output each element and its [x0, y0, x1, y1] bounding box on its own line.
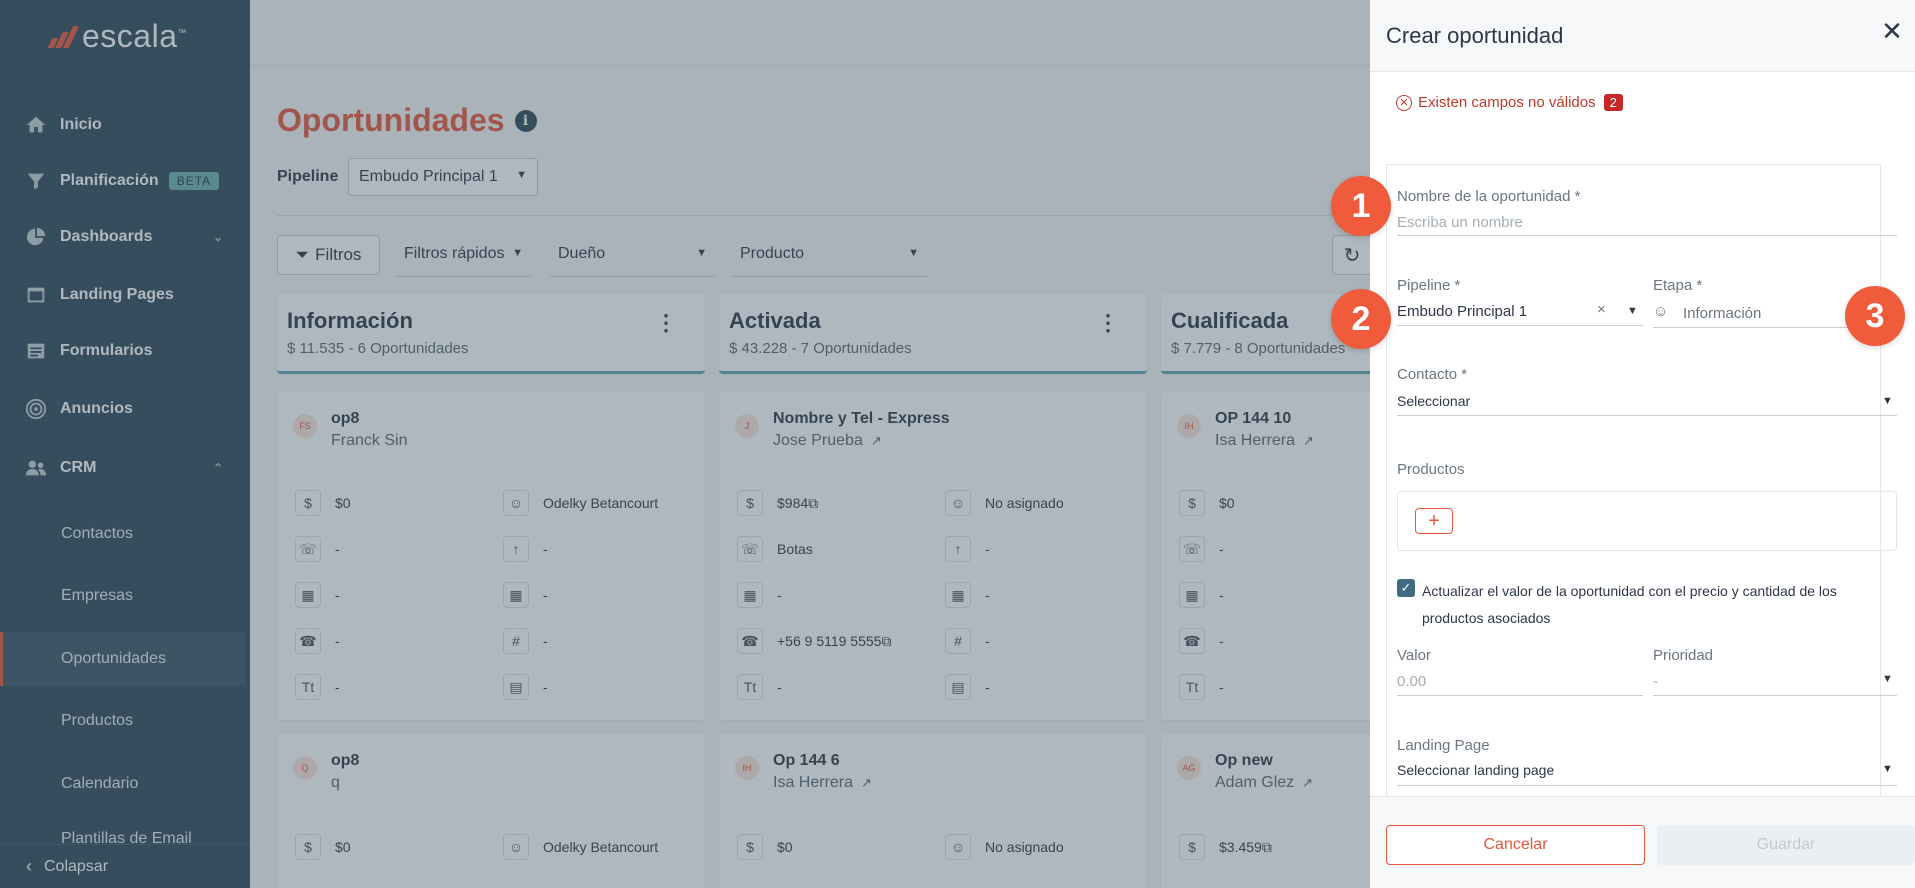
- value-input[interactable]: 0.00: [1397, 673, 1426, 690]
- name-label: Nombre de la oportunidad *: [1397, 188, 1581, 205]
- drawer-form: Nombre de la oportunidad * Escriba un no…: [1386, 164, 1897, 796]
- callout-badge: 3: [1845, 286, 1905, 346]
- caret-down-icon[interactable]: ▼: [1627, 305, 1638, 317]
- callout-badge: 2: [1331, 289, 1391, 349]
- landing-select[interactable]: Seleccionar landing page: [1397, 762, 1554, 778]
- contact-select[interactable]: Seleccionar: [1397, 393, 1470, 409]
- drawer-title: Crear oportunidad: [1386, 22, 1564, 48]
- landing-label: Landing Page: [1397, 737, 1490, 754]
- validation-error: ✕ Existen campos no válidos 2: [1396, 94, 1623, 111]
- drawer-header: Crear oportunidad: [1370, 0, 1915, 72]
- landing-underline: [1397, 785, 1897, 786]
- caret-down-icon[interactable]: ▼: [1882, 763, 1893, 775]
- error-count-badge: 2: [1603, 94, 1623, 111]
- modal-backdrop[interactable]: [0, 0, 1370, 888]
- save-button[interactable]: Guardar: [1657, 825, 1915, 865]
- update-value-checkbox[interactable]: ✓: [1397, 579, 1415, 597]
- caret-down-icon[interactable]: ▼: [1882, 395, 1893, 407]
- value-label: Valor: [1397, 647, 1431, 664]
- contact-underline: [1397, 415, 1897, 416]
- value-underline: [1397, 695, 1643, 696]
- pipeline-underline: [1397, 325, 1643, 326]
- name-input[interactable]: Escriba un nombre: [1397, 214, 1523, 231]
- priority-label: Prioridad: [1653, 647, 1714, 664]
- check-icon: ✓: [1400, 580, 1412, 595]
- cancel-button[interactable]: Cancelar: [1386, 825, 1645, 865]
- products-box: +: [1397, 491, 1897, 551]
- stage-underline: [1653, 327, 1853, 328]
- pipeline-field[interactable]: Embudo Principal 1: [1397, 303, 1527, 320]
- stage-field[interactable]: Información: [1683, 305, 1761, 322]
- priority-select[interactable]: -: [1653, 673, 1658, 690]
- drawer-footer: Cancelar Guardar: [1370, 796, 1915, 888]
- smiley-icon: ☺: [1653, 303, 1669, 320]
- update-value-label: Actualizar el valor de la oportunidad co…: [1422, 583, 1837, 626]
- priority-underline: [1653, 695, 1897, 696]
- create-opportunity-drawer: Crear oportunidad ✕ ✕ Existen campos no …: [1370, 0, 1915, 888]
- name-underline: [1397, 235, 1897, 236]
- callout-badge: 1: [1331, 176, 1391, 236]
- contact-label: Contacto *: [1397, 366, 1468, 383]
- pipeline-label: Pipeline *: [1397, 277, 1461, 294]
- stage-label: Etapa *: [1653, 277, 1703, 294]
- error-circle-icon: ✕: [1396, 94, 1412, 111]
- clear-x-icon[interactable]: ×: [1597, 301, 1606, 318]
- add-product-button[interactable]: +: [1415, 508, 1453, 534]
- products-label: Productos: [1397, 461, 1465, 478]
- caret-down-icon[interactable]: ▼: [1882, 673, 1893, 685]
- error-text: Existen campos no válidos: [1418, 94, 1596, 111]
- plus-icon: +: [1428, 509, 1440, 532]
- close-icon[interactable]: ✕: [1877, 16, 1907, 46]
